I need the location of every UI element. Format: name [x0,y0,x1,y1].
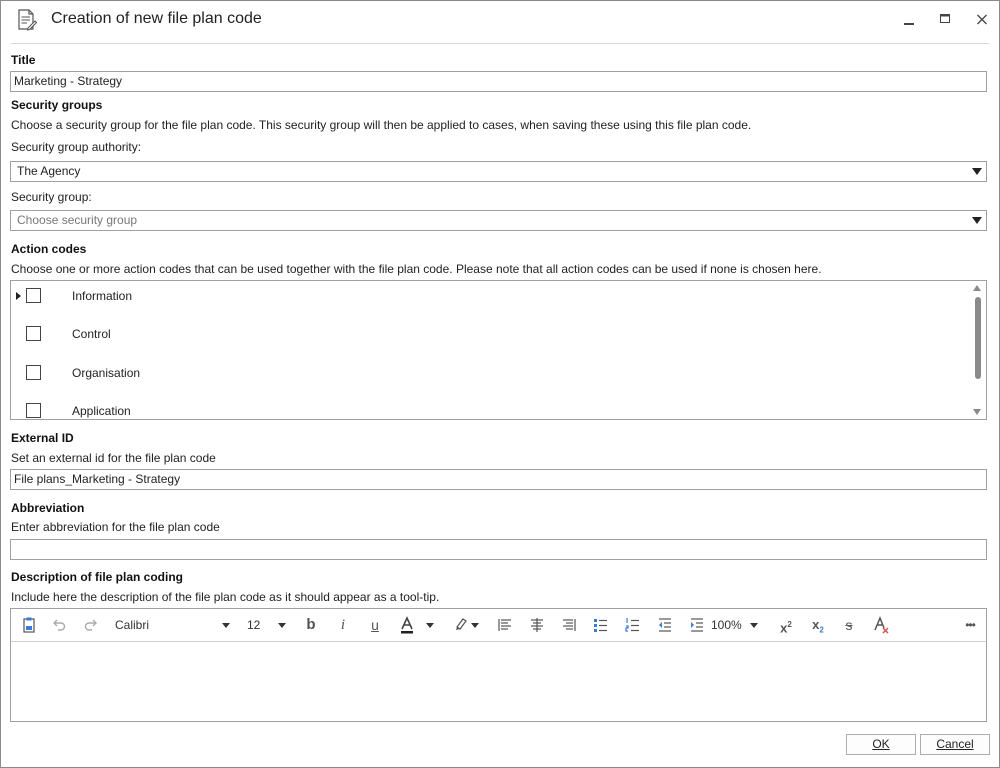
action-codes-description: Choose one or more action codes that can… [11,262,822,276]
maximize-button[interactable] [933,9,957,31]
abbreviation-description: Enter abbreviation for the file plan cod… [11,520,220,534]
chevron-down-icon[interactable] [972,168,982,175]
editor-toolbar: Calibri 12 b i u 100% x2 x2 s ••• [11,609,986,642]
clear-format-icon[interactable] [871,615,891,635]
security-groups-description: Choose a security group for the file pla… [11,118,752,132]
security-group-authority-label: Security group authority: [11,140,142,154]
title-input[interactable]: Marketing - Strategy [10,71,987,92]
increase-indent-icon[interactable] [687,615,707,635]
cancel-button[interactable]: Cancel [920,734,990,755]
underline-icon[interactable]: u [365,615,385,635]
zoom-select[interactable]: 100% [711,615,743,635]
bullet-list-icon[interactable] [591,615,611,635]
cancel-button-label: Cancel [936,737,974,751]
current-row-indicator-icon [16,292,21,300]
description-heading: Description of file plan coding [11,570,184,584]
list-item[interactable]: Control [11,319,969,357]
redo-icon[interactable] [81,615,101,635]
chevron-down-icon[interactable] [471,623,479,628]
security-group-authority-select[interactable]: The Agency [10,161,987,182]
italic-icon[interactable]: i [333,615,353,635]
chevron-down-icon[interactable] [278,623,286,628]
undo-icon[interactable] [49,615,69,635]
list-item-label: Information [72,289,133,303]
security-group-label: Security group: [11,190,92,204]
title-bar: Creation of new file plan code [1,1,999,41]
font-color-icon[interactable] [397,615,417,635]
list-item-label: Control [72,327,111,341]
superscript-icon[interactable]: x2 [775,615,797,635]
minimize-button[interactable] [897,9,921,31]
font-size-select[interactable]: 12 [247,615,267,635]
window-title: Creation of new file plan code [51,10,262,27]
paste-icon[interactable] [19,615,39,635]
checkbox-information[interactable] [26,288,41,303]
align-right-icon[interactable] [559,615,579,635]
list-item-label: Application [72,404,131,418]
ok-button[interactable]: OK [846,734,916,755]
editor-content-area[interactable] [11,643,986,721]
vertical-scrollbar[interactable] [969,281,986,419]
scrollbar-thumb[interactable] [975,297,981,379]
chevron-down-icon[interactable] [750,623,758,628]
security-group-placeholder: Choose security group [17,213,138,227]
close-button[interactable] [970,9,994,31]
numbered-list-icon[interactable] [623,615,643,635]
checkbox-organisation[interactable] [26,365,41,380]
security-groups-heading: Security groups [11,98,103,112]
align-left-icon[interactable] [495,615,515,635]
bold-icon[interactable]: b [301,615,321,635]
checkbox-application[interactable] [26,403,41,418]
decrease-indent-icon[interactable] [655,615,675,635]
external-id-input[interactable]: File plans_Marketing - Strategy [10,469,987,490]
rich-text-editor[interactable]: Calibri 12 b i u 100% x2 x2 s ••• [10,608,987,722]
chevron-down-icon[interactable] [426,623,434,628]
document-edit-icon [17,9,38,31]
checkbox-control[interactable] [26,326,41,341]
title-label: Title [11,53,36,67]
list-item[interactable]: Organisation [11,358,969,396]
security-group-select[interactable]: Choose security group [10,210,987,231]
title-separator [11,43,989,44]
dialog-window: Creation of new file plan code Title Mar… [0,0,1000,768]
scroll-down-icon[interactable] [973,409,981,415]
font-family-select[interactable]: Calibri [115,615,175,635]
external-id-heading: External ID [11,431,74,445]
external-id-description: Set an external id for the file plan cod… [11,451,216,465]
chevron-down-icon[interactable] [972,217,982,224]
chevron-down-icon[interactable] [222,623,230,628]
scroll-up-icon[interactable] [973,285,981,291]
subscript-icon[interactable]: x2 [807,615,829,635]
highlight-icon[interactable] [451,615,471,635]
ok-button-label: OK [872,737,890,751]
strikethrough-icon[interactable]: s [839,615,859,635]
action-codes-heading: Action codes [11,242,87,256]
list-item-label: Organisation [72,366,141,380]
security-group-authority-value: The Agency [17,164,81,178]
more-options-icon[interactable]: ••• [959,615,981,635]
list-item[interactable]: Information [11,281,969,319]
align-center-icon[interactable] [527,615,547,635]
abbreviation-heading: Abbreviation [11,501,85,515]
description-description: Include here the description of the file… [11,590,440,604]
action-codes-list[interactable]: Information Control Organisation Applica… [10,280,987,420]
abbreviation-input[interactable] [10,539,987,560]
list-item[interactable]: Application [11,396,969,419]
